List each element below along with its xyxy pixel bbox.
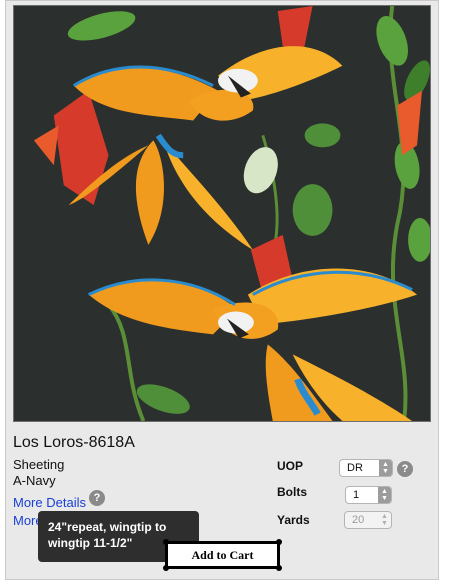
yards-select-value: 20: [352, 514, 365, 526]
handle-icon: [276, 539, 282, 545]
handle-icon: [163, 565, 169, 571]
handle-icon: [163, 539, 169, 545]
chevron-up-down-icon: ▲ ▼: [379, 460, 392, 476]
parrot-print-swatch: [14, 6, 430, 421]
chevron-up-down-icon: ▲ ▼: [378, 487, 391, 503]
uop-help-icon[interactable]: ?: [397, 461, 413, 477]
product-color: A-Navy: [13, 473, 56, 488]
product-image[interactable]: [13, 5, 431, 422]
uop-select-value: DR: [347, 462, 363, 474]
product-category: Sheeting: [13, 457, 65, 472]
uop-label: UOP: [277, 459, 304, 473]
yards-label: Yards: [277, 513, 310, 527]
product-title: Los Loros-8618A: [13, 434, 135, 451]
uop-select[interactable]: DR ▲ ▼: [339, 459, 393, 477]
add-to-cart-label: Add to Cart: [191, 548, 254, 562]
tooltip-line-1: 24"repeat, wingtip to: [48, 520, 167, 534]
chevron-up-down-icon: ▲ ▼: [381, 513, 388, 527]
add-to-cart-button[interactable]: Add to Cart: [163, 539, 282, 571]
bolts-select-value: 1: [353, 489, 360, 501]
yards-select[interactable]: 20 ▲ ▼: [344, 511, 392, 529]
bolts-label: Bolts: [277, 485, 307, 499]
bolts-select[interactable]: 1 ▲ ▼: [345, 486, 392, 504]
more-details-link[interactable]: More Details: [13, 495, 86, 510]
handle-icon: [276, 565, 282, 571]
help-icon[interactable]: ?: [89, 490, 105, 506]
